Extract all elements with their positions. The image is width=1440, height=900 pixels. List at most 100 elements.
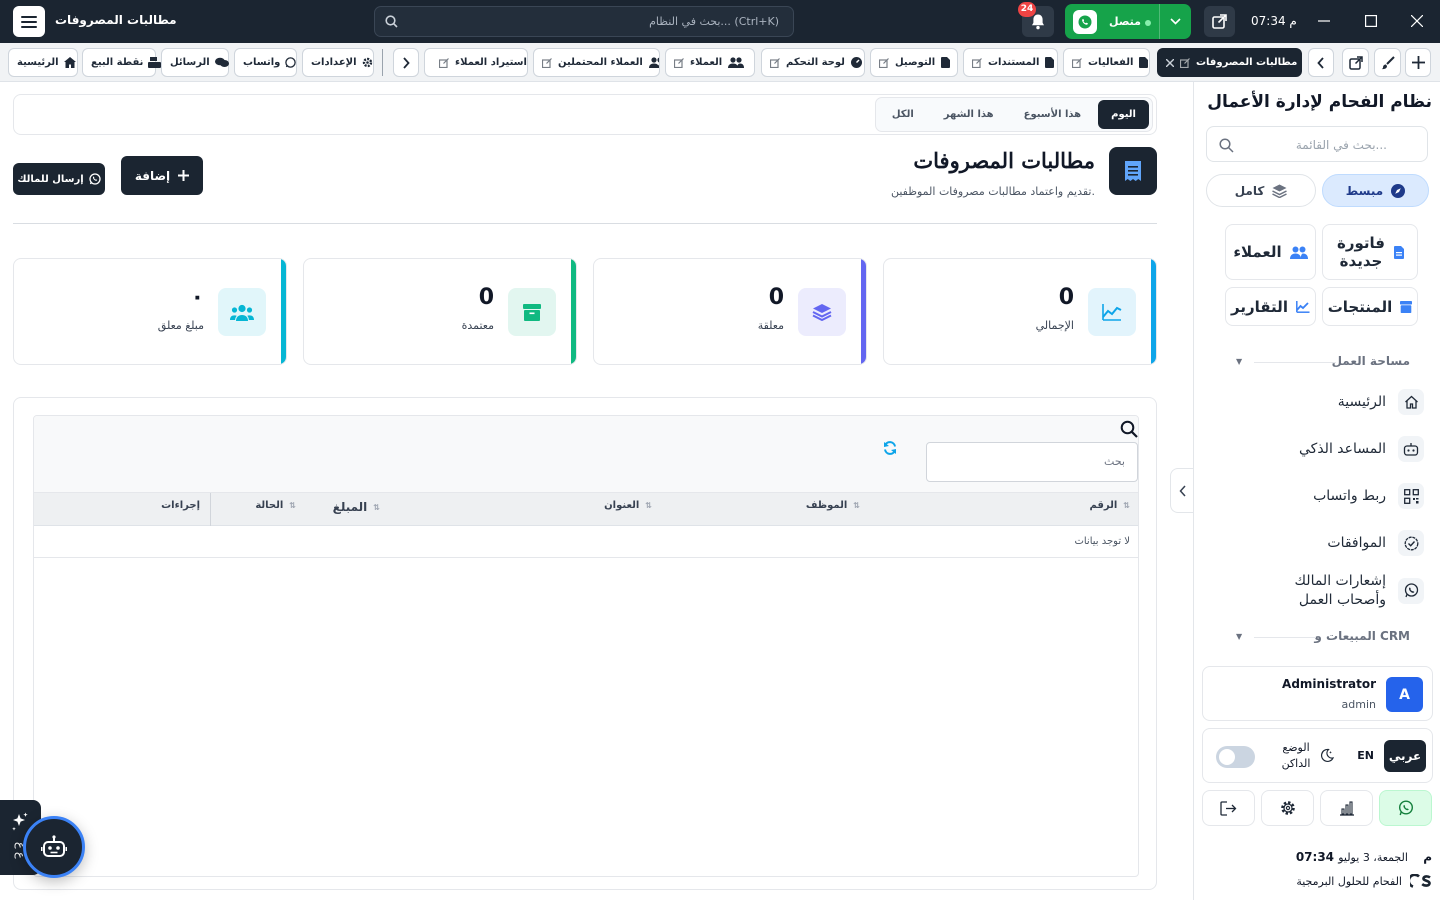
user-role: admin (1341, 698, 1376, 711)
quick-home-button[interactable]: الرئيسية (8, 48, 78, 77)
minimize-button[interactable] (1316, 13, 1332, 29)
open-external-button[interactable] (1204, 6, 1235, 37)
table-empty-row: لا توجد بيانات (34, 526, 1138, 558)
quick-customers[interactable]: العملاء (1225, 224, 1316, 280)
col-header-status[interactable]: الحالة ⇅ (255, 500, 296, 511)
add-button[interactable]: إضافة (121, 156, 203, 195)
user-card[interactable]: A Administrator admin (1202, 666, 1433, 721)
mode-full-toggle[interactable]: كامل (1206, 174, 1316, 207)
top-bar: مطالبات المصروفات بحث في النظام... (Ctrl… (0, 0, 1440, 43)
nav-item-approvals[interactable]: الموافقات (1327, 530, 1424, 556)
quick-label: نقطة البيع (91, 57, 144, 68)
dark-mode-toggle[interactable] (1216, 746, 1255, 768)
nav-item-home[interactable]: الرئيسية (1338, 389, 1424, 415)
whatsapp-icon (1398, 577, 1424, 604)
external-link-icon (1348, 55, 1363, 70)
paint-brush-icon (1381, 55, 1395, 69)
send-owner-label: إرسال للمالك (17, 173, 84, 185)
close-tab-icon[interactable] (1166, 58, 1174, 67)
section-sales-crm[interactable]: المبيعات و CRM (1314, 629, 1410, 643)
nav-label: المساعد الذكي (1299, 441, 1386, 457)
mode-simple-toggle[interactable]: مبسط (1322, 174, 1429, 207)
app-title: نظام الفحام لإدارة الأعمال (1207, 92, 1432, 112)
quick-new-invoice[interactable]: فاتورة جديدة (1322, 224, 1418, 280)
lang-arabic-button[interactable]: عربي (1384, 740, 1426, 772)
maximize-button[interactable] (1363, 13, 1379, 29)
detach-tab-button[interactable] (1342, 48, 1369, 77)
ai-assistant-button[interactable] (23, 816, 85, 878)
whatsapp-status-button[interactable]: متصل (1065, 4, 1191, 39)
col-header-number[interactable]: الرقم ⇅ (1090, 500, 1131, 511)
logout-action-button[interactable] (1202, 790, 1255, 826)
chevron-down-icon[interactable] (1159, 4, 1191, 39)
section-workspace[interactable]: مساحة العمل (1332, 354, 1410, 368)
nav-label: الرئيسية (1337, 394, 1386, 410)
tab-customers[interactable]: العملاء (665, 48, 755, 77)
col-header-title[interactable]: العنوان ⇅ (604, 500, 652, 511)
minimize-icon (1318, 20, 1330, 22)
menu-button[interactable] (13, 6, 45, 37)
chevron-down-icon[interactable]: ▼ (1236, 357, 1242, 366)
nav-item-ai-assistant[interactable]: المساعد الذكي (1299, 436, 1424, 462)
tab-events[interactable]: الفعاليات (1063, 48, 1150, 77)
quick-pos-button[interactable]: نقطة البيع (82, 48, 162, 77)
menu-search-placeholder: بحث في القائمة... (1295, 138, 1387, 152)
layers-icon (798, 288, 846, 336)
nav-item-owner-notifications[interactable]: إشعارات المالك وأصحاب العمل (1246, 572, 1424, 610)
close-button[interactable] (1409, 13, 1425, 29)
external-link-icon (439, 57, 449, 68)
footer-datetime: 07:34 م الجمعة، 3 يوليو (1296, 850, 1432, 864)
company-logo-icon (1410, 874, 1432, 889)
tab-documents[interactable]: المستندات (963, 48, 1058, 77)
page-subtitle: تقديم واعتماد مطالبات مصروفات الموظفين. (890, 185, 1095, 198)
filter-all[interactable]: الكل (879, 100, 927, 129)
section-divider (1254, 362, 1336, 363)
filter-today[interactable]: اليوم (1098, 100, 1149, 129)
tab-dashboard[interactable]: لوحة التحكم (761, 48, 865, 77)
file-icon (1045, 57, 1055, 68)
tab-label: العملاء (690, 57, 723, 68)
tab-leads[interactable]: العملاء المحتملين (533, 48, 660, 77)
whatsapp-action-button[interactable] (1379, 790, 1432, 826)
tabs-scroll-left-button[interactable] (393, 48, 419, 77)
table-search-input[interactable]: بحث (926, 442, 1138, 482)
sidebar-collapse-button[interactable] (1170, 468, 1193, 513)
quick-settings-button[interactable]: الإعدادات (302, 48, 374, 77)
quick-reports[interactable]: التقارير (1225, 287, 1316, 326)
tab-expense-claims[interactable]: مطالبات المصروفات (1157, 48, 1302, 77)
chevron-down-icon[interactable]: ▼ (1236, 632, 1242, 641)
robot-icon (41, 835, 67, 857)
settings-action-button[interactable] (1261, 790, 1314, 826)
brush-button[interactable] (1374, 48, 1401, 77)
new-tab-button[interactable] (1405, 48, 1431, 77)
global-search-input[interactable]: بحث في النظام... (Ctrl+K) (374, 6, 794, 37)
col-header-employee[interactable]: الموظف ⇅ (806, 500, 860, 511)
users-icon (218, 288, 266, 336)
quick-label: الرسائل (170, 57, 210, 68)
whatsapp-icon (285, 57, 297, 68)
whatsapp-icon (1398, 800, 1413, 816)
tabs-scroll-right-button[interactable] (1308, 48, 1334, 77)
cash-register-icon (148, 57, 162, 68)
moon-icon (1320, 748, 1334, 763)
nav-item-whatsapp-link[interactable]: ربط واتساب (1313, 483, 1424, 509)
gauge-icon (850, 57, 862, 68)
stat-card-pending: 0 معلقة (593, 258, 867, 365)
col-header-amount[interactable]: المبلغ ⇅ (333, 500, 381, 514)
quick-whatsapp-button[interactable]: واتساب (234, 48, 297, 77)
filter-this-week[interactable]: هذا الأسبوع (1011, 100, 1095, 129)
menu-search-input[interactable]: بحث في القائمة... (1206, 126, 1428, 162)
empty-message: لا توجد بيانات (1074, 536, 1130, 547)
filter-this-month[interactable]: هذا الشهر (931, 100, 1007, 129)
comments-icon (214, 57, 229, 68)
stats-action-button[interactable] (1320, 790, 1373, 826)
tab-import-customers[interactable]: استيراد العملاء (424, 48, 528, 77)
quick-messages-button[interactable]: الرسائل (161, 48, 229, 77)
stat-value: ٠ (190, 285, 204, 310)
external-link-icon (1072, 57, 1082, 68)
send-to-owner-button[interactable]: إرسال للمالك (13, 163, 105, 195)
quick-products[interactable]: المنتجات (1322, 287, 1418, 326)
refresh-icon[interactable] (883, 441, 897, 455)
tab-delivery[interactable]: التوصيل (870, 48, 958, 77)
lang-english-button[interactable]: EN (1357, 749, 1374, 762)
